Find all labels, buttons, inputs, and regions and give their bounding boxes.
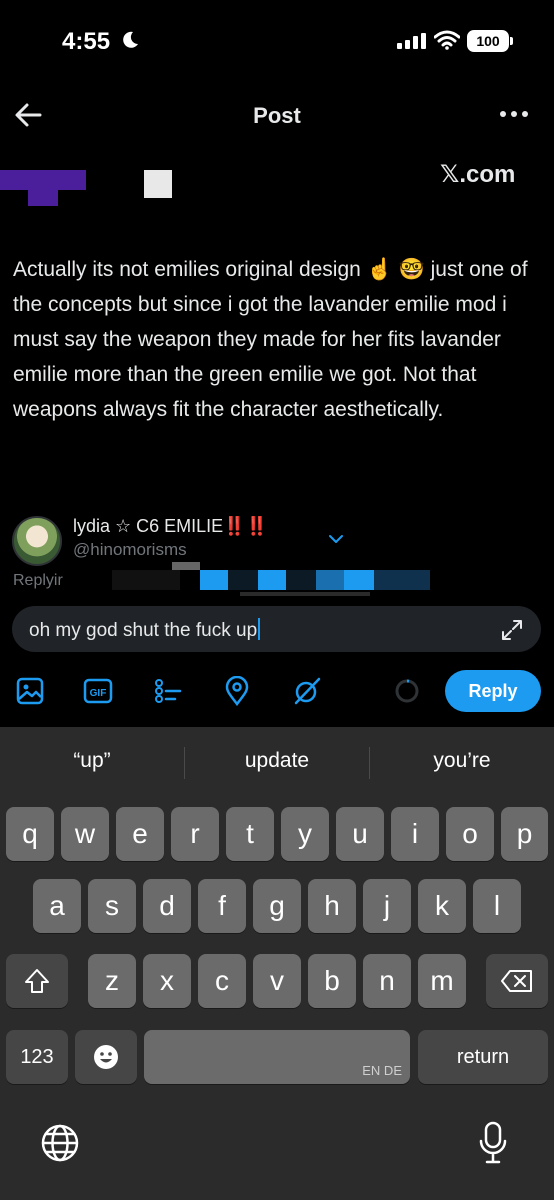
key-k[interactable]: k <box>418 879 466 933</box>
key-v[interactable]: v <box>253 954 301 1008</box>
key-z[interactable]: z <box>88 954 136 1008</box>
reply-composer: lydia ☆ C6 EMILIE‼️‼️ @hinomorisms Reply… <box>0 500 554 727</box>
poll-icon[interactable] <box>153 676 183 706</box>
replying-to: Replyir <box>13 572 63 590</box>
user-badges: ‼️‼️ <box>223 516 269 536</box>
image-fragment <box>0 170 86 190</box>
battery-indicator: 100 <box>467 30 509 52</box>
key-s[interactable]: s <box>88 879 136 933</box>
redacted-block <box>172 562 200 570</box>
composer-toolbar: GIF Reply <box>0 666 554 716</box>
emoji-key[interactable] <box>75 1030 137 1084</box>
redacted-block <box>286 570 316 590</box>
redacted-block <box>258 570 286 590</box>
key-q[interactable]: q <box>6 807 54 861</box>
reply-input[interactable]: oh my god shut the fuck up <box>12 606 541 652</box>
top-nav: Post <box>0 90 554 140</box>
svg-text:GIF: GIF <box>90 688 107 699</box>
key-j[interactable]: j <box>363 879 411 933</box>
redacted-block <box>374 570 430 590</box>
gif-icon[interactable]: GIF <box>83 676 113 706</box>
status-bar: 4:55 100 <box>0 0 554 80</box>
key-r[interactable]: r <box>171 807 219 861</box>
key-c[interactable]: c <box>198 954 246 1008</box>
redacted-block <box>200 570 228 590</box>
space-key[interactable]: EN DE <box>144 1030 410 1084</box>
key-b[interactable]: b <box>308 954 356 1008</box>
keyboard-bottom-bar <box>0 1117 554 1177</box>
wifi-icon <box>434 30 460 50</box>
backspace-icon <box>501 970 532 992</box>
key-t[interactable]: t <box>226 807 274 861</box>
text-caret <box>258 618 261 640</box>
key-n[interactable]: n <box>363 954 411 1008</box>
expand-icon[interactable] <box>501 619 523 641</box>
key-o[interactable]: o <box>446 807 494 861</box>
battery-tip <box>510 37 513 45</box>
battery-level: 100 <box>476 33 500 49</box>
key-h[interactable]: h <box>308 879 356 933</box>
redacted-block <box>112 570 180 590</box>
more-options-icon[interactable] <box>498 104 530 124</box>
suggestion-item[interactable]: update <box>185 749 369 773</box>
key-f[interactable]: f <box>198 879 246 933</box>
key-a[interactable]: a <box>33 879 81 933</box>
reply-draft: oh my god shut the fuck up <box>29 620 258 641</box>
location-icon[interactable] <box>222 676 252 706</box>
key-p[interactable]: p <box>501 807 548 861</box>
embedded-image[interactable]: 𝕏.com <box>0 150 554 230</box>
moon-icon <box>123 31 138 48</box>
key-u[interactable]: u <box>336 807 384 861</box>
key-g[interactable]: g <box>253 879 301 933</box>
redacted-block <box>228 570 258 590</box>
suggestion-bar: “up” update you’re <box>0 727 554 799</box>
language-label: EN DE <box>362 1063 402 1078</box>
redacted-block <box>316 570 344 590</box>
signal-icon <box>397 33 426 49</box>
character-count-ring <box>395 679 419 703</box>
post-body: Actually its not emilies original design… <box>13 258 528 421</box>
watermark-domain: 𝕏.com <box>440 161 516 188</box>
suggestion-item[interactable]: “up” <box>0 749 184 773</box>
page-title: Post <box>253 103 301 128</box>
numbers-key[interactable]: 123 <box>6 1030 68 1084</box>
image-fragment <box>28 188 58 206</box>
key-i[interactable]: i <box>391 807 439 861</box>
reply-user-name: lydia ☆ C6 EMILIE‼️‼️ <box>73 516 268 537</box>
redacted-block <box>240 592 370 596</box>
replying-to-label: Replyir <box>13 572 63 589</box>
suggestion-item[interactable]: you’re <box>370 749 554 773</box>
shift-key[interactable] <box>6 954 68 1008</box>
backspace-key[interactable] <box>486 954 548 1008</box>
reply-input-text[interactable]: oh my god shut the fuck up <box>29 618 261 642</box>
key-e[interactable]: e <box>116 807 164 861</box>
user-handle: @hinomorisms <box>73 540 187 559</box>
chevron-down-icon[interactable] <box>328 532 344 546</box>
key-m[interactable]: m <box>418 954 466 1008</box>
key-x[interactable]: x <box>143 954 191 1008</box>
emoji-icon <box>94 1045 118 1069</box>
key-l[interactable]: l <box>473 879 521 933</box>
grok-icon[interactable] <box>292 676 322 706</box>
globe-icon[interactable] <box>40 1123 80 1163</box>
user-display-name: lydia ☆ C6 EMILIE <box>73 516 224 536</box>
status-time: 4:55 <box>62 28 111 55</box>
keyboard: “up” update you’re q w e r t y u i o p a… <box>0 727 554 1200</box>
key-d[interactable]: d <box>143 879 191 933</box>
avatar[interactable] <box>12 516 62 566</box>
redacted-block <box>344 570 374 590</box>
shift-icon <box>25 969 49 993</box>
microphone-icon[interactable] <box>478 1121 508 1165</box>
return-key[interactable]: return <box>418 1030 548 1084</box>
key-y[interactable]: y <box>281 807 329 861</box>
reply-button[interactable]: Reply <box>445 670 541 712</box>
key-w[interactable]: w <box>61 807 109 861</box>
image-fragment <box>144 170 172 198</box>
image-icon[interactable] <box>15 676 45 706</box>
